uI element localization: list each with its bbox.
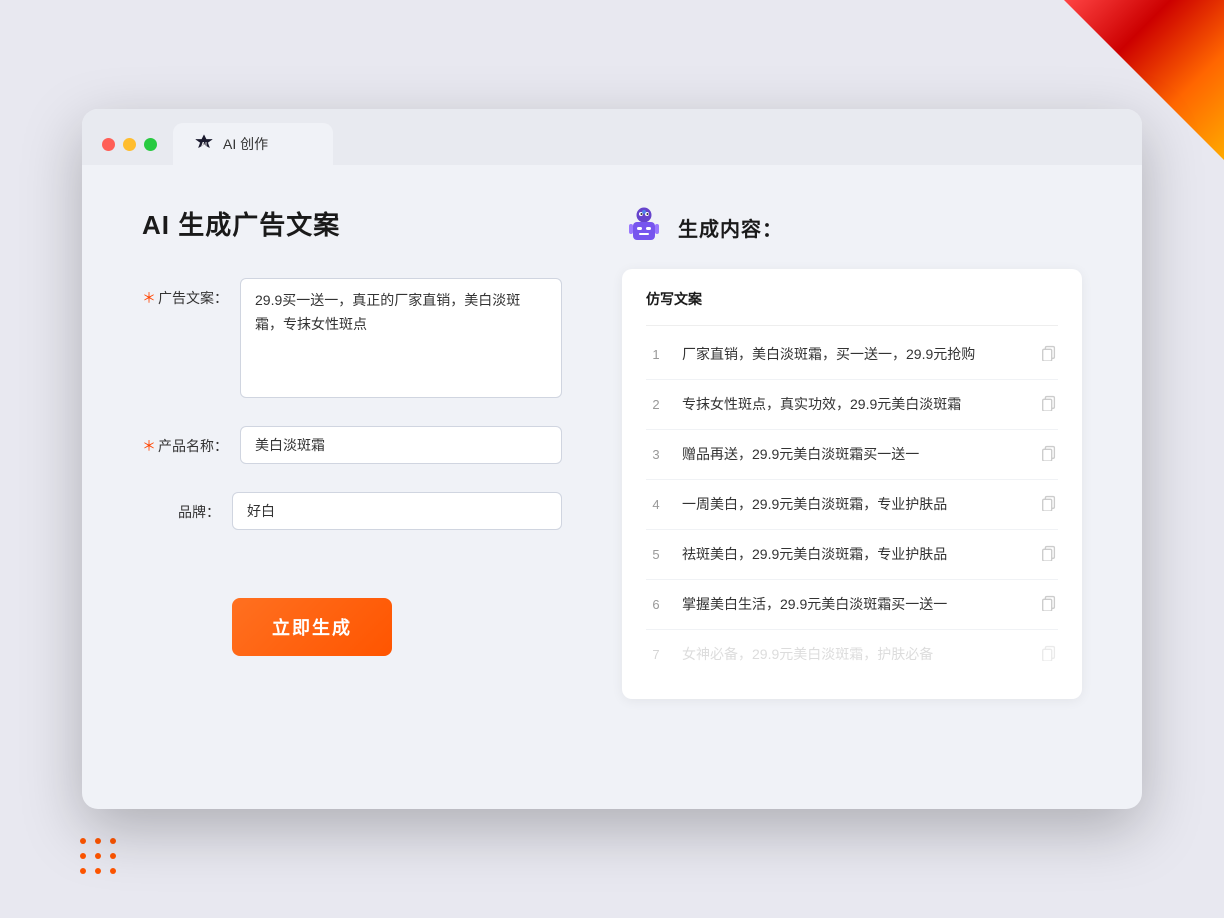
row-text: 一周美白，29.9元美白淡斑霜，专业护肤品	[682, 494, 1024, 515]
browser-tab[interactable]: AI AI 创作	[173, 123, 333, 165]
copy-button[interactable]	[1040, 343, 1058, 366]
form-group-product-name: ＊产品名称：	[142, 426, 562, 464]
result-row: 1 厂家直销，美白淡斑霜，买一送一，29.9元抢购	[646, 330, 1058, 380]
row-number: 4	[646, 497, 666, 512]
result-table-header: 仿写文案	[646, 289, 1058, 326]
copy-button[interactable]	[1040, 593, 1058, 616]
ad-copy-label: ＊广告文案：	[142, 278, 240, 308]
row-number: 1	[646, 347, 666, 362]
row-text: 专抹女性斑点，真实功效，29.9元美白淡斑霜	[682, 394, 1024, 415]
tab-ai-icon: AI	[193, 133, 215, 155]
page-title: AI 生成广告文案	[142, 205, 562, 242]
traffic-light-yellow[interactable]	[123, 138, 136, 151]
results-list: 1 厂家直销，美白淡斑霜，买一送一，29.9元抢购 2 专抹女性斑点，真实功效，29…	[646, 330, 1058, 679]
brand-input[interactable]	[232, 492, 562, 530]
tab-title-label: AI 创作	[223, 134, 268, 154]
product-name-input[interactable]	[240, 426, 562, 464]
result-row: 2 专抹女性斑点，真实功效，29.9元美白淡斑霜	[646, 380, 1058, 430]
right-panel: 生成内容： 仿写文案 1 厂家直销，美白淡斑霜，买一送一，29.9元抢购 2 专抹女…	[622, 205, 1082, 699]
row-number: 3	[646, 447, 666, 462]
ad-copy-required: ＊	[142, 290, 156, 306]
brand-label: 品牌：	[142, 492, 232, 522]
copy-button[interactable]	[1040, 643, 1058, 666]
result-row: 6 掌握美白生活，29.9元美白淡斑霜买一送一	[646, 580, 1058, 630]
form-group-ad-copy: ＊广告文案： 29.9买一送一，真正的厂家直销，美白淡斑霜，专抹女性斑点	[142, 278, 562, 398]
traffic-light-red[interactable]	[102, 138, 115, 151]
row-text: 女神必备，29.9元美白淡斑霜，护肤必备	[682, 644, 1024, 665]
row-text: 厂家直销，美白淡斑霜，买一送一，29.9元抢购	[682, 344, 1024, 365]
svg-text:AI: AI	[201, 142, 207, 148]
form-group-brand: 品牌：	[142, 492, 562, 530]
copy-button[interactable]	[1040, 393, 1058, 416]
browser-content: AI 生成广告文案 ＊广告文案： 29.9买一送一，真正的厂家直销，美白淡斑霜，…	[82, 165, 1142, 739]
browser-window: AI AI 创作 AI 生成广告文案 ＊广告文案： 29.9买一送一，真正的厂家…	[82, 109, 1142, 809]
robot-icon	[622, 205, 666, 249]
row-text: 祛斑美白，29.9元美白淡斑霜，专业护肤品	[682, 544, 1024, 565]
result-row: 5 祛斑美白，29.9元美白淡斑霜，专业护肤品	[646, 530, 1058, 580]
result-row: 3 赠品再送，29.9元美白淡斑霜买一送一	[646, 430, 1058, 480]
row-number: 5	[646, 547, 666, 562]
row-number: 2	[646, 397, 666, 412]
row-text: 赠品再送，29.9元美白淡斑霜买一送一	[682, 444, 1024, 465]
copy-button[interactable]	[1040, 493, 1058, 516]
result-header: 生成内容：	[622, 205, 1082, 249]
copy-button[interactable]	[1040, 543, 1058, 566]
result-card: 仿写文案 1 厂家直销，美白淡斑霜，买一送一，29.9元抢购 2 专抹女性斑点，真实…	[622, 269, 1082, 699]
copy-button[interactable]	[1040, 443, 1058, 466]
traffic-light-green[interactable]	[144, 138, 157, 151]
result-title: 生成内容：	[678, 213, 783, 242]
generate-button[interactable]: 立即生成	[232, 598, 392, 656]
row-number: 7	[646, 647, 666, 662]
corner-decoration-bl	[80, 838, 200, 898]
row-number: 6	[646, 597, 666, 612]
product-name-label: ＊产品名称：	[142, 426, 240, 456]
left-panel: AI 生成广告文案 ＊广告文案： 29.9买一送一，真正的厂家直销，美白淡斑霜，…	[142, 205, 562, 699]
result-row: 7 女神必备，29.9元美白淡斑霜，护肤必备	[646, 630, 1058, 679]
traffic-lights	[102, 138, 157, 165]
ad-copy-textarea[interactable]: 29.9买一送一，真正的厂家直销，美白淡斑霜，专抹女性斑点	[240, 278, 562, 398]
browser-chrome: AI AI 创作	[82, 109, 1142, 165]
row-text: 掌握美白生活，29.9元美白淡斑霜买一送一	[682, 594, 1024, 615]
product-name-required: ＊	[142, 438, 156, 454]
result-row: 4 一周美白，29.9元美白淡斑霜，专业护肤品	[646, 480, 1058, 530]
generate-button-wrapper: 立即生成	[142, 558, 562, 656]
